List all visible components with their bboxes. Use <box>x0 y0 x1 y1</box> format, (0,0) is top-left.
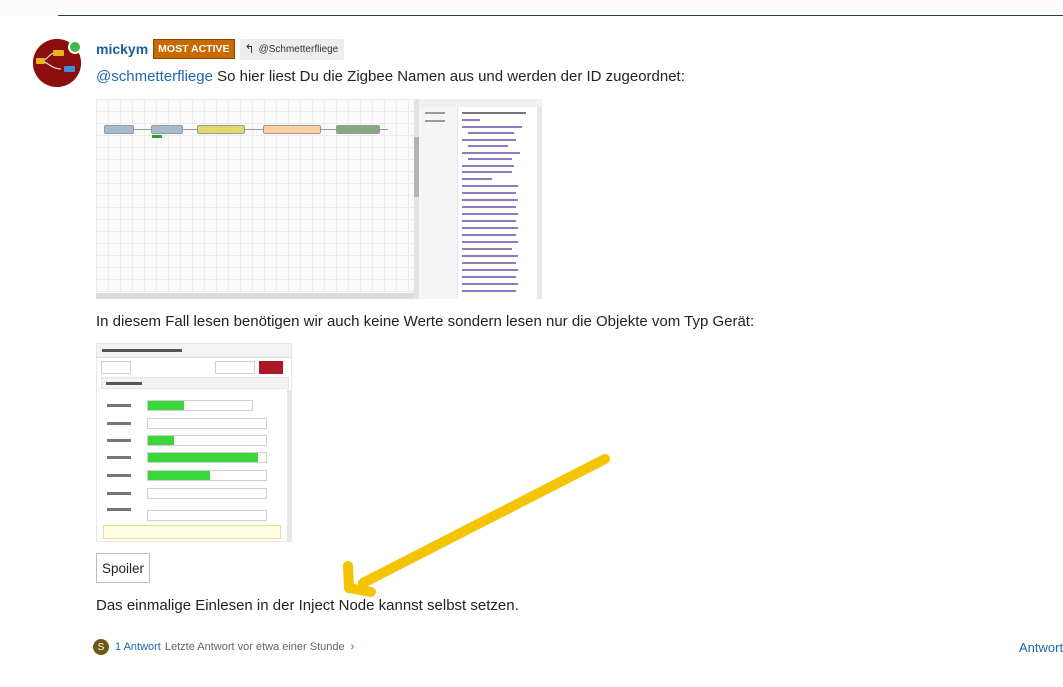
reply-action-link[interactable]: Antwort <box>1019 640 1063 655</box>
embedded-screenshot-flow[interactable] <box>96 99 542 299</box>
top-strip <box>0 0 1063 16</box>
post-paragraph-3: Das einmalige Einlesen in der Inject Nod… <box>96 597 519 614</box>
reply-to-user: @Schmetterfliege <box>258 43 339 55</box>
most-active-badge: MOST ACTIVE <box>153 39 235 59</box>
reply-to-chip[interactable]: ↰ @Schmetterfliege <box>239 38 345 60</box>
post-header: mickym MOST ACTIVE ↰ @Schmetterfliege <box>96 38 345 60</box>
spoiler-button[interactable]: Spoiler <box>96 553 150 583</box>
mention-link[interactable]: @schmetterfliege <box>96 68 213 85</box>
reply-arrow-icon: ↰ <box>244 42 255 56</box>
top-divider <box>58 15 1063 16</box>
replier-avatar: S <box>93 639 109 655</box>
author-username[interactable]: mickym <box>96 41 148 57</box>
reply-summary[interactable]: S 1 Antwort Letzte Antwort vor etwa eine… <box>93 638 354 656</box>
online-status-dot <box>68 40 82 54</box>
reply-count[interactable]: 1 Antwort <box>115 641 161 653</box>
post-paragraph-1: @schmetterfliege So hier liest Du die Zi… <box>96 68 685 85</box>
post-paragraph-2: In diesem Fall lesen benötigen wir auch … <box>96 313 755 330</box>
paragraph-text: So hier liest Du die Zigbee Namen aus un… <box>212 68 685 85</box>
chevron-right-icon[interactable]: › <box>351 641 355 653</box>
embedded-screenshot-node-editor[interactable] <box>96 343 292 542</box>
last-reply-time: Letzte Antwort vor etwa einer Stunde <box>164 641 345 653</box>
